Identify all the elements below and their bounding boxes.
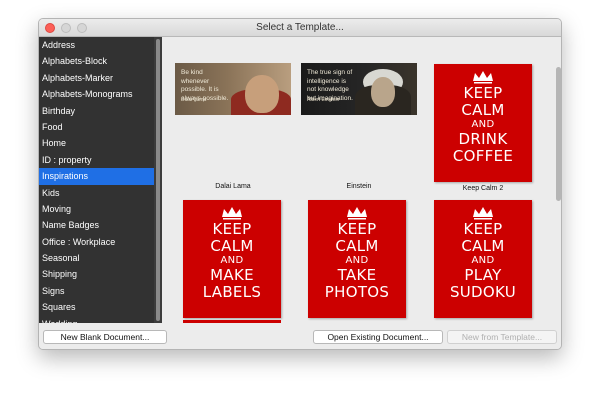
crown-icon xyxy=(473,207,493,220)
sidebar-item[interactable]: Alphabets-Monograms xyxy=(39,86,162,102)
poster-text-line: COFFEE xyxy=(452,147,514,165)
sidebar-item[interactable]: Squares xyxy=(39,299,162,315)
sidebar-item[interactable]: Moving xyxy=(39,201,162,217)
quote-author: Dalai Lama xyxy=(181,97,207,103)
keep-calm-poster: KEEP CALM AND TAKE PHOTOS xyxy=(308,200,406,318)
poster-text-line: CALM xyxy=(461,237,505,255)
sidebar-item[interactable]: Name Badges xyxy=(39,217,162,233)
sidebar-item[interactable]: ID : property xyxy=(39,152,162,168)
category-list-scrollbar[interactable] xyxy=(154,37,162,323)
quote-author: Albert Einstein xyxy=(307,97,340,103)
sidebar-item[interactable]: Inspirations xyxy=(39,168,162,185)
sidebar-item[interactable]: Shipping xyxy=(39,266,162,282)
open-existing-document-button[interactable]: Open Existing Document... xyxy=(313,330,443,344)
window-title: Select a Template... xyxy=(256,22,344,33)
new-blank-document-button[interactable]: New Blank Document... xyxy=(43,330,167,344)
button-bar: New Blank Document... Open Existing Docu… xyxy=(39,323,561,349)
sidebar-item[interactable]: Alphabets-Marker xyxy=(39,70,162,86)
poster-text-line: CALM xyxy=(335,237,379,255)
sidebar-item[interactable]: Birthday xyxy=(39,103,162,119)
template-gallery-scroll-thumb[interactable] xyxy=(556,67,561,201)
template-name-label: Keep Calm 2 xyxy=(462,185,504,192)
keep-calm-poster: KEEP CALM AND MAKE LABELS xyxy=(183,200,281,318)
crown-icon xyxy=(473,71,493,84)
poster-text-line: AND xyxy=(220,255,244,266)
poster-text-line: KEEP xyxy=(463,84,503,102)
sidebar-item[interactable]: Home xyxy=(39,135,162,151)
poster-text-line: TAKE xyxy=(337,266,377,284)
keep-calm-poster: KEEP CALM AND PLAY SUDOKU xyxy=(434,200,532,318)
poster-text-line: DRINK xyxy=(458,130,508,148)
sidebar-item[interactable]: Office : Workplace xyxy=(39,234,162,250)
poster-text-line: MAKE xyxy=(210,266,254,284)
poster-text-line: CALM xyxy=(210,237,254,255)
keep-calm-poster: KEEP CALM AND DRINK COFFEE xyxy=(434,64,532,182)
template-thumbnail: The true sign of intelligence is not kno… xyxy=(301,63,417,115)
poster-text-line: AND xyxy=(345,255,369,266)
poster-text-line: CALM xyxy=(461,101,505,119)
poster-text-line: KEEP xyxy=(337,220,377,238)
sidebar-item[interactable]: Alphabets-Block xyxy=(39,53,162,69)
poster-text-line: PHOTOS xyxy=(324,283,390,301)
poster-text-line: KEEP xyxy=(212,220,252,238)
portrait-face xyxy=(245,75,279,113)
sidebar-item[interactable]: Wedding xyxy=(39,316,162,323)
template-gallery: Be kind whenever possible. It is always … xyxy=(165,37,561,323)
sidebar-item[interactable]: Kids xyxy=(39,185,162,201)
sidebar-item[interactable]: Seasonal xyxy=(39,250,162,266)
poster-text-line: KEEP xyxy=(463,220,503,238)
template-chooser-window: Select a Template... Address Alphabets-Bl… xyxy=(38,18,562,350)
category-list: Address Alphabets-Block Alphabets-Marker Al… xyxy=(39,37,162,323)
poster-text-line: AND xyxy=(471,119,495,130)
crown-icon xyxy=(347,207,367,220)
crown-icon xyxy=(222,207,242,220)
poster-text-line: AND xyxy=(471,255,495,266)
sidebar-item[interactable]: Food xyxy=(39,119,162,135)
new-from-template-button[interactable]: New from Template... xyxy=(447,330,557,344)
category-list-scroll-thumb[interactable] xyxy=(156,39,160,321)
portrait-face xyxy=(371,77,395,107)
poster-text-line: SUDOKU xyxy=(449,283,517,301)
template-thumbnail: Be kind whenever possible. It is always … xyxy=(175,63,291,115)
title-bar: Select a Template... xyxy=(39,19,561,37)
poster-text-line: LABELS xyxy=(202,283,262,301)
poster-text-line: PLAY xyxy=(464,266,502,284)
sidebar-item[interactable]: Signs xyxy=(39,283,162,299)
sidebar-item[interactable]: Address xyxy=(39,37,162,53)
